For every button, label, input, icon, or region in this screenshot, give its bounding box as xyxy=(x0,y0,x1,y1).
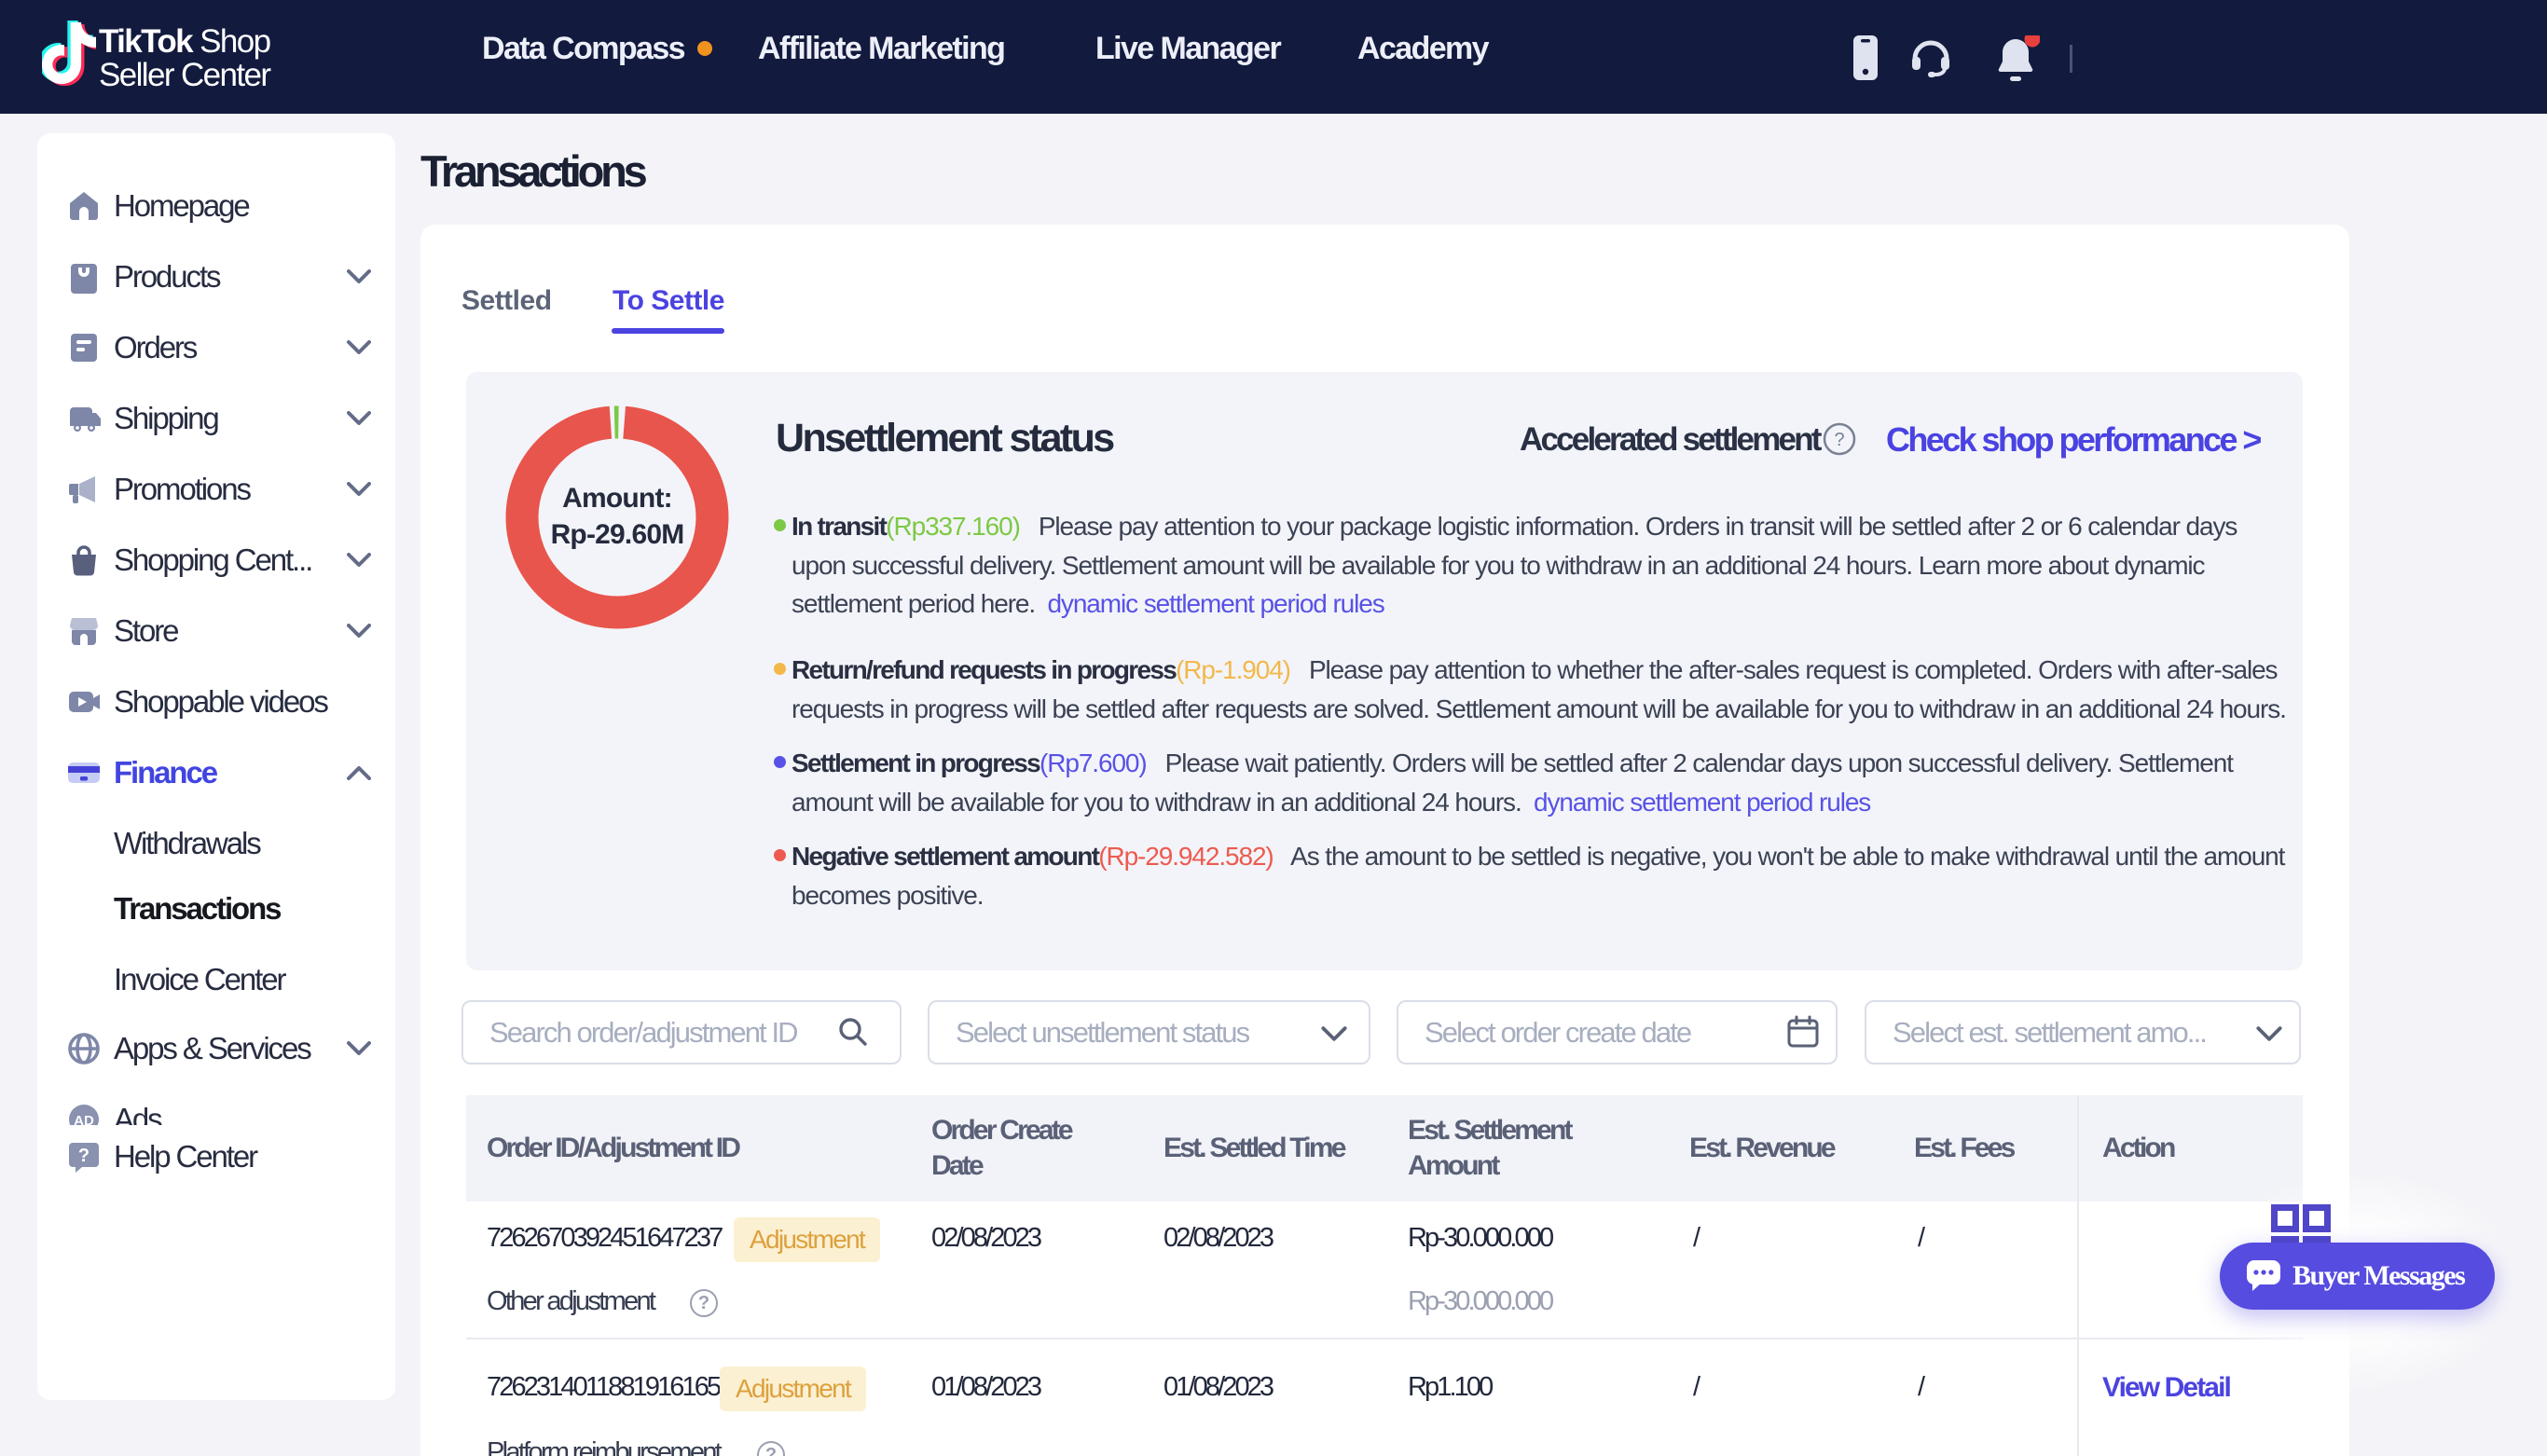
svg-text:?: ? xyxy=(78,1146,89,1166)
svg-text:?: ? xyxy=(1834,430,1844,450)
